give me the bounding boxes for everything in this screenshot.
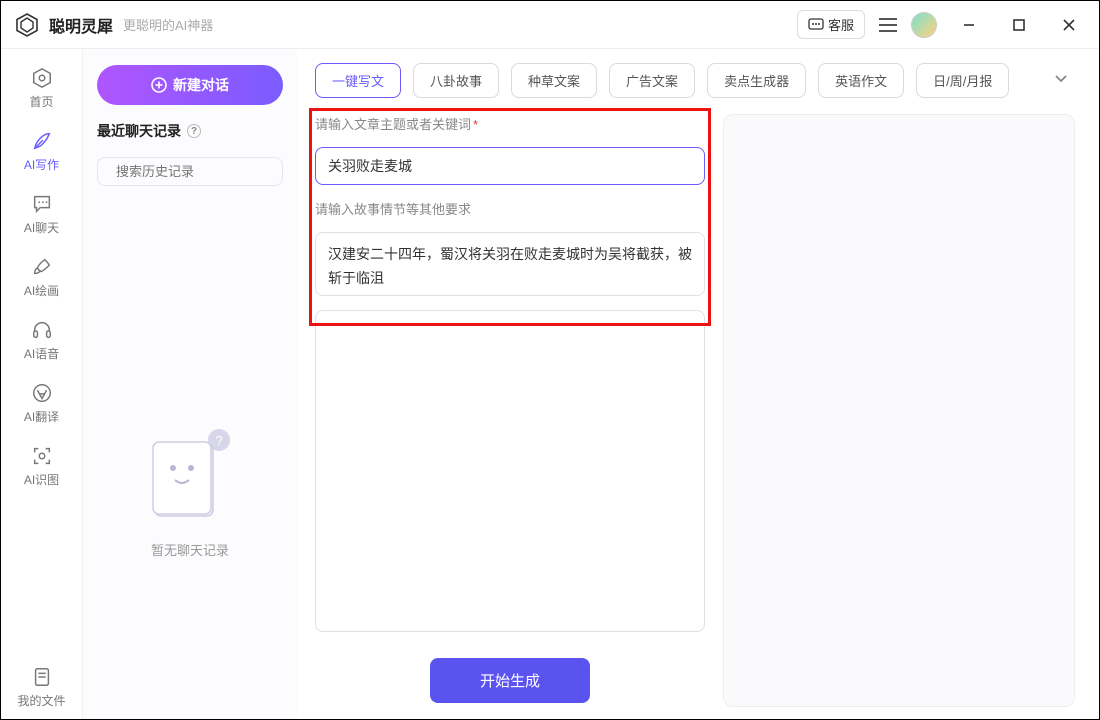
maximize-button[interactable]: [1001, 7, 1037, 43]
nav-label: AI翻译: [24, 408, 59, 425]
nav-voice[interactable]: AI语音: [12, 309, 72, 372]
topic-label: 请输入文章主题或者关键词*: [315, 114, 705, 133]
tab-grass[interactable]: 种草文案: [511, 63, 597, 98]
nav-translate[interactable]: AI翻译: [12, 372, 72, 435]
close-button[interactable]: [1051, 7, 1087, 43]
empty-text: 暂无聊天记录: [151, 540, 229, 559]
menu-icon[interactable]: [879, 18, 897, 32]
form-column: 请输入文章主题或者关键词* 请输入故事情节等其他要求 开始生成: [315, 114, 705, 707]
nav-home[interactable]: 首页: [12, 57, 72, 120]
nav-label: AI绘画: [24, 282, 59, 299]
chevron-down-icon: [1053, 70, 1069, 86]
empty-state: ? 暂无聊天记录: [97, 202, 283, 703]
customer-service-button[interactable]: 客服: [797, 10, 865, 39]
topic-input[interactable]: [315, 147, 705, 185]
empty-illustration-icon: ?: [145, 426, 235, 526]
tab-english[interactable]: 英语作文: [818, 63, 904, 98]
nav-write[interactable]: AI写作: [12, 120, 72, 183]
extra-textarea[interactable]: [315, 310, 705, 632]
avatar[interactable]: [911, 12, 937, 38]
detail-textarea[interactable]: [315, 232, 705, 296]
nav-label: AI语音: [24, 345, 59, 362]
nav-label: 我的文件: [17, 692, 65, 709]
scan-icon: [31, 445, 53, 467]
translate-icon: [31, 382, 53, 404]
sidebar: 新建对话 最近聊天记录 ? ? 暂无聊天记录: [83, 49, 297, 719]
nav-label: AI聊天: [24, 219, 59, 236]
detail-label: 请输入故事情节等其他要求: [315, 199, 705, 218]
chat-bubble-icon: [31, 193, 53, 215]
generate-button[interactable]: 开始生成: [430, 658, 590, 703]
app-subtitle: 更聪明的AI神器: [123, 15, 213, 34]
nav-files[interactable]: 我的文件: [12, 656, 72, 719]
nav-label: 首页: [29, 93, 53, 110]
help-icon[interactable]: ?: [187, 124, 201, 138]
tab-ad[interactable]: 广告文案: [609, 63, 695, 98]
new-chat-button[interactable]: 新建对话: [97, 65, 283, 105]
tabs: 一键写文 八卦故事 种草文案 广告文案 卖点生成器 英语作文 日/周/月报: [315, 63, 1075, 98]
search-input[interactable]: [116, 164, 292, 179]
nav-label: AI识图: [24, 471, 59, 488]
output-panel: [723, 114, 1075, 707]
tab-onekey[interactable]: 一键写文: [315, 63, 401, 98]
feather-icon: [31, 130, 53, 152]
recent-title: 最近聊天记录: [97, 121, 181, 141]
nav-label: AI写作: [24, 156, 59, 173]
recent-header: 最近聊天记录 ?: [97, 121, 283, 141]
headphone-icon: [31, 319, 53, 341]
nav: 首页 AI写作 AI聊天 AI绘画 AI语音 AI翻译 AI识图 我: [1, 49, 83, 719]
nav-chat[interactable]: AI聊天: [12, 183, 72, 246]
tab-report[interactable]: 日/周/月报: [916, 63, 1009, 98]
home-hex-icon: [31, 67, 53, 89]
content: 一键写文 八卦故事 种草文案 广告文案 卖点生成器 英语作文 日/周/月报 请输…: [297, 49, 1099, 719]
minimize-button[interactable]: [951, 7, 987, 43]
plus-circle-icon: [151, 77, 167, 93]
svg-text:?: ?: [215, 433, 222, 448]
new-chat-label: 新建对话: [173, 75, 229, 95]
tab-gossip[interactable]: 八卦故事: [413, 63, 499, 98]
tab-selling[interactable]: 卖点生成器: [707, 63, 806, 98]
brush-icon: [31, 256, 53, 278]
app-name: 聪明灵犀: [49, 13, 113, 37]
titlebar: 聪明灵犀 更聪明的AI神器 客服: [1, 1, 1099, 49]
app-logo-icon: [15, 13, 39, 37]
nav-ocr[interactable]: AI识图: [12, 435, 72, 498]
customer-service-label: 客服: [828, 15, 854, 34]
chat-icon: [808, 18, 824, 32]
nav-paint[interactable]: AI绘画: [12, 246, 72, 309]
file-icon: [31, 666, 53, 688]
tabs-expand-button[interactable]: [1047, 64, 1075, 97]
search-box[interactable]: [97, 157, 283, 186]
